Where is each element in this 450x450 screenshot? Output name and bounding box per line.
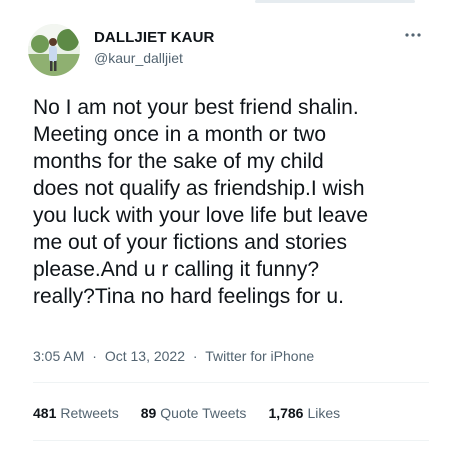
quote-tweets-label: Quote Tweets (160, 405, 247, 421)
retweets-stat[interactable]: 481 Retweets (33, 405, 119, 421)
divider (33, 382, 429, 383)
avatar[interactable] (28, 24, 80, 76)
author-identity: DALLJIET KAUR @kaur_dalljiet (94, 29, 214, 66)
more-dots-icon[interactable] (402, 28, 424, 42)
tweet-text: No I am not your best friend shalin. Mee… (33, 96, 369, 308)
quote-tweets-count: 89 (140, 405, 157, 421)
quote-tweets-stat[interactable]: 89 Quote Tweets (141, 405, 247, 421)
author-display-name[interactable]: DALLJIET KAUR (94, 29, 214, 46)
tweet-metadata: 3:05 AM · Oct 13, 2022 · Twitter for iPh… (33, 348, 314, 364)
tweet-stats: 481 Retweets 89 Quote Tweets 1,786 Likes (33, 405, 340, 421)
tweet-source[interactable]: Twitter for iPhone (205, 348, 314, 364)
meta-separator: · (92, 348, 97, 364)
divider (33, 440, 429, 441)
likes-count: 1,786 (268, 405, 304, 421)
tweet-card: DALLJIET KAUR @kaur_dalljiet No I am not… (0, 0, 450, 450)
tweet-header: DALLJIET KAUR @kaur_dalljiet (28, 24, 424, 76)
author-handle[interactable]: @kaur_dalljiet (94, 50, 214, 66)
tweet-date[interactable]: Oct 13, 2022 (105, 348, 185, 364)
meta-separator: · (192, 348, 198, 364)
retweets-count: 481 (33, 405, 57, 421)
likes-label: Likes (307, 405, 341, 421)
retweets-label: Retweets (60, 405, 119, 421)
avatar-image (28, 24, 80, 76)
tweet-time[interactable]: 3:05 AM (33, 348, 84, 364)
likes-stat[interactable]: 1,786 Likes (268, 405, 340, 421)
